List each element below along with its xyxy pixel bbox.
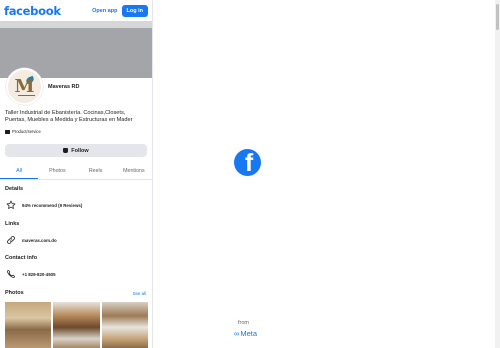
follow-label: Follow — [71, 147, 89, 154]
photo-thumbnail[interactable] — [101, 302, 148, 348]
star-icon — [6, 200, 16, 209]
details-heading: Details — [5, 186, 24, 192]
photos-heading: Photos — [5, 290, 24, 296]
scrollbar-thumb[interactable] — [496, 4, 499, 30]
from-label: from — [238, 320, 249, 326]
phone-row[interactable]: +1 829-820-4505 — [6, 269, 56, 279]
contact-heading: Contact info — [5, 255, 38, 261]
page-category: Product/service — [5, 129, 41, 134]
photo-thumbnail[interactable] — [53, 302, 100, 348]
meta-infinity-icon: ∞ — [234, 329, 240, 338]
website-row[interactable]: maveras.com.do — [6, 235, 57, 245]
briefcase-icon — [5, 129, 10, 134]
avatar[interactable]: M — [6, 68, 43, 105]
page-description: Taller Industrial de Ebanistería. Cocina… — [5, 110, 133, 124]
tab-reels[interactable]: Reels — [77, 164, 115, 179]
logo-underline — [18, 94, 35, 96]
category-label: Product/service — [12, 129, 41, 134]
tab-photos[interactable]: Photos — [38, 164, 76, 179]
tab-mentions[interactable]: Mentions — [115, 164, 152, 179]
links-heading: Links — [5, 221, 20, 227]
page-title: Maveras RD — [48, 84, 80, 90]
recommend-row[interactable]: 94% recommend (9 Reviews) — [6, 200, 82, 210]
phone-number: +1 829-820-4505 — [22, 271, 56, 277]
photo-thumbnail[interactable] — [5, 302, 52, 348]
see-all-link[interactable]: See all — [133, 291, 146, 296]
tab-all[interactable]: All — [0, 164, 39, 179]
facebook-logo[interactable]: facebook — [4, 4, 61, 18]
meta-brand: ∞ Meta — [234, 329, 257, 338]
top-bar: facebook Open app Log in — [0, 0, 152, 21]
facebook-icon: f — [234, 149, 261, 176]
top-actions: Open app Log in — [92, 4, 148, 17]
photo-grid — [5, 302, 148, 348]
profile-tabs: All Photos Reels Mentions — [0, 164, 152, 180]
facebook-f-glyph: f — [244, 149, 254, 176]
page-scrollbar[interactable] — [495, 0, 500, 348]
login-button[interactable]: Log in — [121, 4, 148, 17]
follow-icon — [63, 148, 69, 153]
meta-label: Meta — [240, 329, 258, 338]
link-icon — [7, 236, 15, 244]
mobile-page-panel: facebook Open app Log in M Maveras RD Ta… — [0, 0, 153, 348]
open-app-link[interactable]: Open app — [92, 8, 117, 14]
recommend-text: 94% recommend (9 Reviews) — [22, 202, 83, 208]
website-link[interactable]: maveras.com.do — [22, 238, 57, 243]
follow-button[interactable]: Follow — [5, 144, 147, 157]
phone-icon — [7, 270, 15, 278]
